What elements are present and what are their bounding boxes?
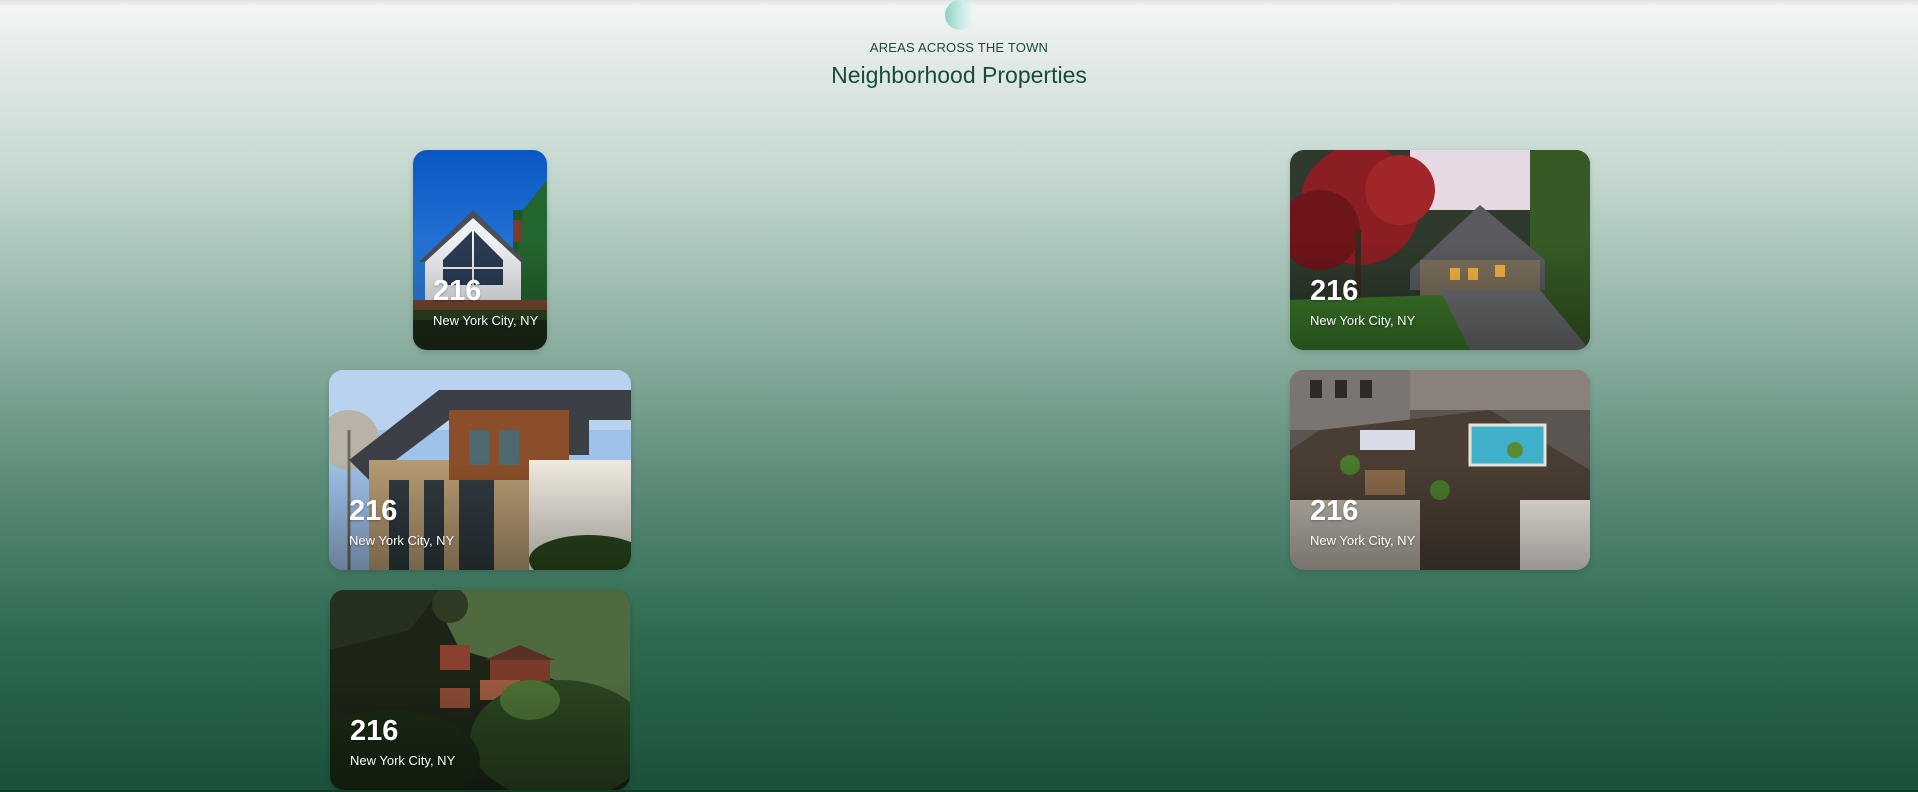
property-location: New York City, NY [1310,533,1416,548]
property-card[interactable]: 216 New York City, NY [1290,370,1590,570]
property-card[interactable]: 216 New York City, NY [1290,150,1590,350]
property-count: 216 [349,495,398,527]
property-count: 216 [350,715,399,747]
property-card[interactable]: 216 New York City, NY [413,150,547,350]
logo-icon [945,0,975,30]
property-location: New York City, NY [349,533,455,548]
property-count: 216 [433,275,482,307]
property-card[interactable]: 216 New York City, NY [330,590,630,790]
property-count: 216 [1310,275,1359,307]
property-location: New York City, NY [1310,313,1416,328]
section-eyebrow: AREAS ACROSS THE TOWN [869,40,1049,55]
property-location: New York City, NY [350,753,456,768]
property-count: 216 [1310,495,1359,527]
property-card[interactable]: 216 New York City, NY [329,370,631,570]
property-location: New York City, NY [433,313,539,328]
section-title: Neighborhood Properties [831,62,1087,88]
